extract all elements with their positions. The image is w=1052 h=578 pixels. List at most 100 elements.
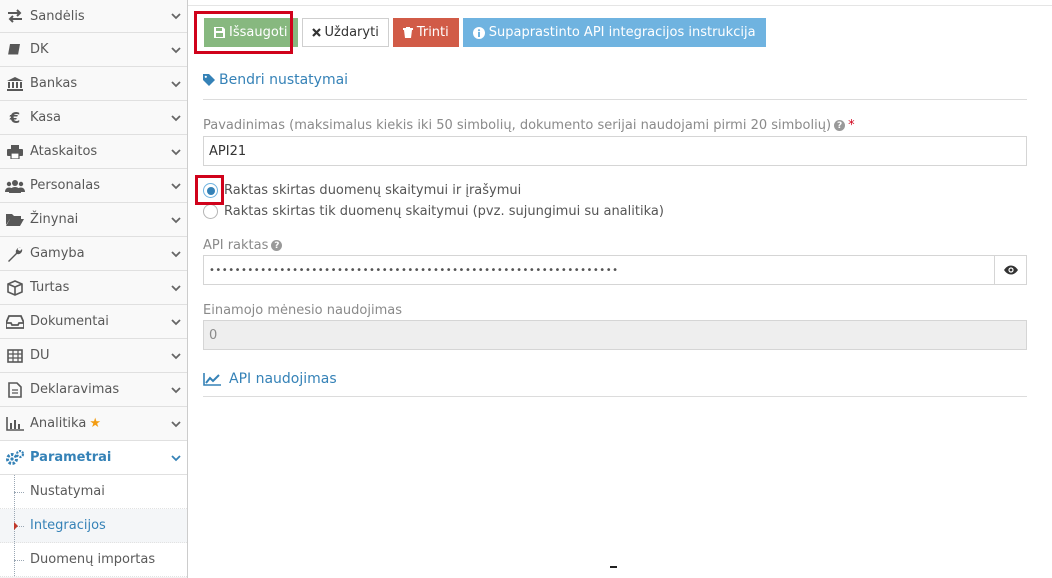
- radio-button-checked[interactable]: [203, 183, 218, 198]
- sidebar-item-du[interactable]: DU: [0, 339, 187, 373]
- api-key-label-text: API raktas: [203, 238, 269, 253]
- sidebar-subitem-nustatymai[interactable]: Nustatymai: [0, 475, 187, 509]
- radio-read-only[interactable]: Raktas skirtas tik duomenų skaitymui (pv…: [203, 204, 664, 219]
- sidebar-item-dk[interactable]: DK: [0, 33, 187, 67]
- info-circle-icon: [472, 26, 485, 39]
- divider: [203, 99, 1027, 100]
- sidebar-item-sandelis[interactable]: Sandėlis: [0, 0, 187, 33]
- divider: [188, 5, 1052, 6]
- floppy-disk-icon: [214, 27, 225, 38]
- star-icon: ★: [89, 416, 101, 431]
- divider: [203, 396, 1027, 397]
- save-button-label: Išsaugoti: [229, 25, 288, 40]
- sidebar-item-deklaravimas[interactable]: Deklaravimas: [0, 373, 187, 407]
- sidebar-item-personalas[interactable]: Personalas: [0, 169, 187, 203]
- bar-chart-icon: [4, 414, 26, 434]
- wrench-icon: [4, 244, 26, 264]
- sidebar-subitem-label: Integracijos: [30, 518, 106, 533]
- print-icon: [4, 142, 26, 162]
- usage-label-text: Einamojo mėnesio naudojimas: [203, 303, 402, 318]
- sidebar-item-label: Turtas: [30, 280, 70, 295]
- tag-icon: [203, 74, 215, 86]
- radio-button[interactable]: [203, 204, 218, 219]
- sidebar-item-parametrai[interactable]: Parametrai: [0, 441, 187, 475]
- eye-icon: [1003, 265, 1018, 275]
- sidebar-item-label: Kasa: [30, 110, 62, 125]
- close-button[interactable]: Uždaryti: [301, 18, 389, 47]
- sidebar-item-analitika[interactable]: Analitika ★: [0, 407, 187, 441]
- chevron-down-icon: [171, 284, 181, 291]
- sidebar-item-label: Personalas: [30, 178, 101, 193]
- sidebar-item-label: Parametrai: [30, 450, 112, 465]
- chevron-down-icon: [171, 216, 181, 223]
- name-label: Pavadinimas (maksimalus kiekis iki 50 si…: [203, 118, 855, 133]
- section-title-text: API naudojimas: [229, 371, 337, 387]
- delete-button-label: Trinti: [416, 25, 449, 40]
- chevron-down-icon: [171, 454, 181, 461]
- cursor-mark: [610, 566, 617, 568]
- chevron-down-icon: [171, 352, 181, 359]
- chevron-down-icon: [171, 148, 181, 155]
- sidebar-item-label: DK: [30, 42, 49, 57]
- required-asterisk: *: [848, 118, 855, 133]
- trash-icon: [402, 27, 413, 38]
- name-input[interactable]: API21: [203, 136, 1027, 166]
- chevron-down-icon: [171, 182, 181, 189]
- radio-read-write[interactable]: Raktas skirtas duomenų skaitymui ir įraš…: [203, 183, 521, 198]
- show-password-button[interactable]: [994, 255, 1027, 285]
- bank-icon: [4, 74, 26, 94]
- name-input-value: API21: [209, 143, 247, 159]
- chevron-down-icon: [171, 114, 181, 121]
- sidebar-item-zinynai[interactable]: Žinynai: [0, 203, 187, 237]
- sidebar-item-kasa[interactable]: € Kasa: [0, 101, 187, 135]
- folder-open-icon: [4, 210, 26, 230]
- chevron-down-icon: [171, 46, 181, 53]
- chevron-down-icon: [171, 13, 181, 20]
- sidebar-item-ataskaitos[interactable]: Ataskaitos: [0, 135, 187, 169]
- sidebar-item-turtas[interactable]: Turtas: [0, 271, 187, 305]
- api-key-input[interactable]: ••••••••••••••••••••••••••••••••••••••••…: [203, 255, 995, 285]
- section-title-general: Bendri nustatymai: [203, 72, 348, 88]
- sidebar-item-gamyba[interactable]: Gamyba: [0, 237, 187, 271]
- sidebar-item-label: Dokumentai: [30, 314, 109, 329]
- exchange-icon: [4, 6, 26, 26]
- radio-read-write-label: Raktas skirtas duomenų skaitymui ir įraš…: [224, 183, 522, 198]
- close-button-label: Uždaryti: [324, 25, 379, 40]
- sidebar-subitem-integracijos[interactable]: Integracijos: [0, 509, 187, 543]
- sidebar: Sandėlis DK Bankas € Kasa Ataskaitos Per…: [0, 0, 188, 578]
- help-icon[interactable]: ?: [834, 120, 846, 131]
- sidebar-item-label: Analitika: [30, 416, 87, 431]
- api-instructions-button-label: Supaprastinto API integracijos instrukci…: [488, 25, 756, 40]
- inbox-icon: [4, 312, 26, 332]
- sidebar-subitem-duomenu-importas[interactable]: Duomenų importas: [0, 543, 187, 577]
- delete-button[interactable]: Trinti: [392, 18, 459, 47]
- chevron-down-icon: [171, 250, 181, 257]
- section-title-api-usage[interactable]: API naudojimas: [203, 371, 337, 387]
- api-key-label: API raktas ?: [203, 238, 283, 253]
- sidebar-item-bankas[interactable]: Bankas: [0, 67, 187, 101]
- line-chart-icon: [203, 372, 221, 386]
- section-title-text: Bendri nustatymai: [219, 72, 349, 88]
- usage-input: 0: [203, 320, 1027, 350]
- usage-label: Einamojo mėnesio naudojimas: [203, 303, 402, 318]
- help-icon[interactable]: ?: [271, 240, 283, 251]
- chevron-down-icon: [171, 420, 181, 427]
- sidebar-item-label: Bankas: [30, 76, 78, 91]
- sidebar-item-label: Deklaravimas: [30, 382, 120, 397]
- cube-icon: [4, 278, 26, 298]
- main-content: Išsaugoti Uždaryti Trinti Supaprastinto …: [188, 0, 1052, 578]
- sidebar-item-label: Sandėlis: [30, 8, 85, 24]
- chevron-down-icon: [171, 318, 181, 325]
- api-instructions-button[interactable]: Supaprastinto API integracijos instrukci…: [462, 18, 766, 47]
- sidebar-item-dokumentai[interactable]: Dokumentai: [0, 305, 187, 339]
- caret-right-icon: [14, 521, 18, 530]
- cogs-icon: [4, 448, 26, 468]
- toolbar: Išsaugoti Uždaryti Trinti Supaprastinto …: [204, 18, 766, 47]
- api-key-value: ••••••••••••••••••••••••••••••••••••••••…: [209, 264, 619, 276]
- chevron-down-icon: [171, 80, 181, 87]
- save-button[interactable]: Išsaugoti: [204, 18, 298, 47]
- sidebar-item-label: Žinynai: [30, 212, 79, 227]
- radio-read-only-label: Raktas skirtas tik duomenų skaitymui (pv…: [224, 204, 664, 219]
- sidebar-subitem-label: Nustatymai: [30, 484, 105, 499]
- usage-value: 0: [209, 327, 218, 343]
